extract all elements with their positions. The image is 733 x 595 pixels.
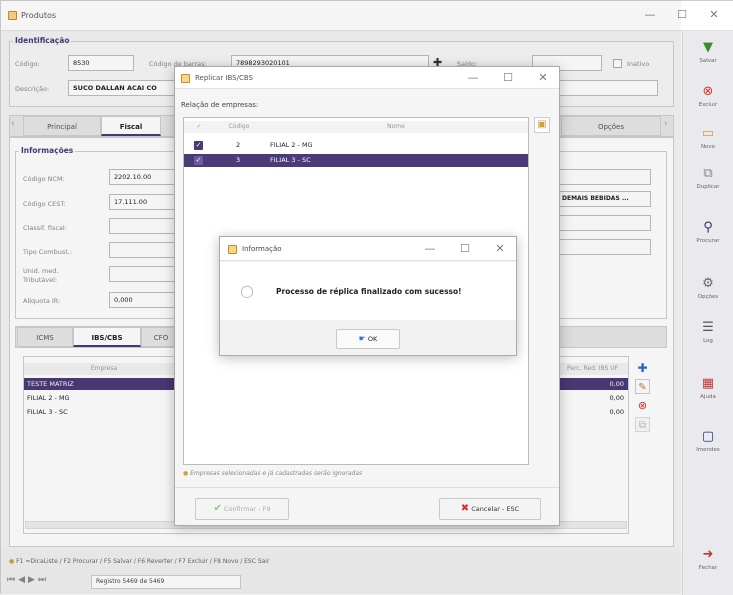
relacao-label: Relação de empresas: bbox=[181, 101, 259, 109]
replicar-close-button[interactable]: ✕ bbox=[535, 70, 551, 86]
delete-icon: ⊗ bbox=[702, 84, 714, 99]
replicar-title: Replicar IBS/CBS bbox=[195, 74, 253, 82]
info-maximize-button[interactable]: ☐ bbox=[457, 241, 473, 257]
save-icon: ▼ bbox=[703, 40, 713, 55]
row-nome: FILIAL 3 - SC bbox=[270, 156, 311, 164]
confirmar-button[interactable]: ✔ Confirmar - F9 bbox=[195, 498, 289, 520]
fechar-button[interactable]: ➜ Fechar bbox=[686, 544, 730, 584]
salvar-button[interactable]: ▼ Salvar bbox=[686, 37, 730, 77]
procurar-label: Procurar bbox=[696, 238, 720, 244]
check-column-header[interactable]: ✓ bbox=[184, 121, 214, 133]
info-message: Processo de réplica finalizado com suces… bbox=[276, 287, 462, 296]
cancelar-label: Cancelar - ESC bbox=[471, 505, 520, 513]
duplicate-icon: ⧉ bbox=[703, 166, 713, 181]
lightbulb-icon: ○ bbox=[240, 281, 254, 300]
select-all-icon[interactable]: ▣ bbox=[534, 117, 550, 133]
informacao-titlebar: Informação — ☐ ✕ bbox=[220, 237, 516, 261]
ok-label: OK bbox=[367, 335, 378, 343]
ok-button[interactable]: ☛ OK bbox=[336, 329, 400, 349]
dialog-divider bbox=[175, 487, 559, 488]
replicar-app-icon bbox=[181, 74, 190, 83]
procurar-button[interactable]: ⚲ Procurar bbox=[686, 217, 730, 257]
confirmar-label: Confirmar - F9 bbox=[223, 505, 271, 513]
excluir-label: Excluir bbox=[698, 102, 718, 108]
imendes-icon: ▢ bbox=[701, 429, 715, 444]
row-codigo: 2 bbox=[236, 141, 241, 149]
informacao-dialog: Informação — ☐ ✕ ○ Processo de réplica f… bbox=[219, 236, 517, 356]
log-label: Log bbox=[703, 338, 713, 344]
informacao-title: Informação bbox=[242, 245, 282, 253]
row-checkbox[interactable]: ✓ bbox=[194, 156, 203, 165]
row-codigo: 3 bbox=[236, 156, 241, 164]
list-item[interactable]: ✓ 2 FILIAL 2 - MG bbox=[184, 140, 528, 152]
exit-icon: ➜ bbox=[702, 547, 714, 562]
novo-label: Novo bbox=[700, 144, 716, 150]
ignored-hint: ● Empresas selecionadas e já cadastradas… bbox=[183, 470, 362, 477]
ajuda-label: Ajuda bbox=[700, 394, 716, 400]
imendes-button[interactable]: ▢ Imendes bbox=[686, 426, 730, 466]
cancel-x-icon: ✖ bbox=[460, 503, 470, 514]
ok-hand-icon: ☛ bbox=[358, 334, 366, 343]
salvar-label: Salvar bbox=[699, 58, 717, 64]
list-item[interactable]: ✓ 3 FILIAL 3 - SC bbox=[184, 154, 528, 167]
imendes-label: Imendes bbox=[696, 447, 720, 453]
help-icon: ▦ bbox=[701, 376, 715, 391]
novo-button[interactable]: ▭ Novo bbox=[686, 123, 730, 163]
row-checkbox[interactable]: ✓ bbox=[194, 141, 203, 150]
fechar-label: Fechar bbox=[698, 565, 718, 571]
replicar-maximize-button[interactable]: ☐ bbox=[500, 70, 516, 86]
opcoes-label: Opções bbox=[697, 294, 719, 300]
excluir-button[interactable]: ⊗ Excluir bbox=[686, 81, 730, 121]
codigo-column-header[interactable]: Código bbox=[214, 121, 264, 133]
check-icon: ✔ bbox=[213, 503, 222, 514]
info-close-button[interactable]: ✕ bbox=[492, 241, 508, 257]
search-icon: ⚲ bbox=[703, 220, 713, 235]
hint-lightbulb-icon: ● bbox=[183, 470, 189, 477]
ajuda-button[interactable]: ▦ Ajuda bbox=[686, 373, 730, 413]
ignored-hint-text: Empresas selecionadas e já cadastradas s… bbox=[190, 470, 363, 477]
row-nome: FILIAL 2 - MG bbox=[270, 141, 313, 149]
replicar-titlebar: Replicar IBS/CBS — ☐ ✕ bbox=[175, 67, 559, 89]
info-app-icon bbox=[228, 245, 237, 254]
info-minimize-button[interactable]: — bbox=[422, 241, 438, 257]
options-icon: ⚙ bbox=[702, 276, 714, 291]
cancelar-button[interactable]: ✖ Cancelar - ESC bbox=[439, 498, 541, 520]
close-button[interactable]: ✕ bbox=[706, 7, 722, 23]
nome-column-header[interactable]: Nome bbox=[264, 121, 528, 133]
log-button[interactable]: ☰ Log bbox=[686, 317, 730, 357]
replicar-minimize-button[interactable]: — bbox=[465, 70, 481, 86]
log-icon: ☰ bbox=[702, 320, 714, 335]
duplicar-label: Duplicar bbox=[696, 184, 720, 190]
new-document-icon: ▭ bbox=[701, 126, 715, 141]
duplicar-button[interactable]: ⧉ Duplicar bbox=[686, 163, 730, 203]
opcoes-button[interactable]: ⚙ Opções bbox=[686, 273, 730, 313]
